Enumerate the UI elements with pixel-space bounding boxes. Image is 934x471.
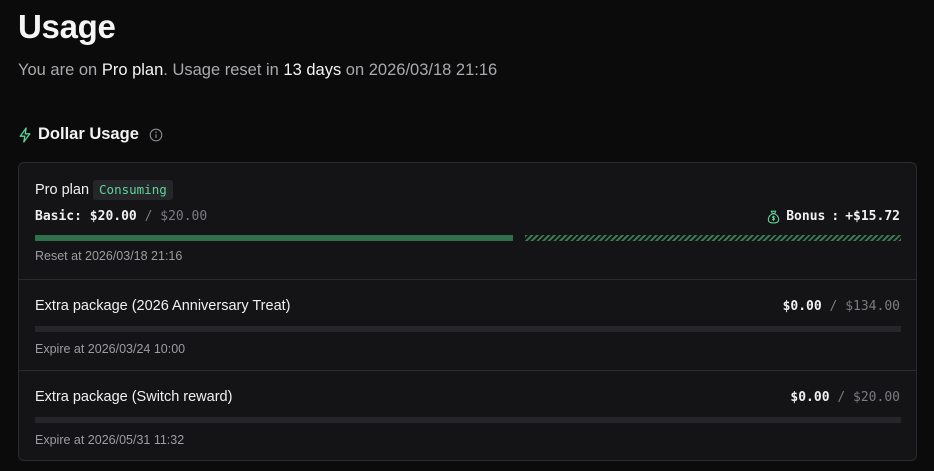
reset-date: 2026/03/18 21:16	[368, 61, 498, 79]
basic-progress-fill	[35, 235, 513, 241]
plan-line: Pro plan Consuming	[35, 180, 173, 200]
reset-time: Reset at 2026/03/18 21:16	[35, 249, 183, 263]
summary-prefix: You are on	[18, 61, 102, 79]
package-separator: /	[837, 390, 846, 405]
package-amount: $0.00 / $20.00	[790, 390, 900, 405]
package-used: $0.00	[790, 390, 830, 405]
section-title: Dollar Usage	[38, 125, 139, 143]
lightning-bolt-icon	[19, 126, 31, 143]
package-row: Extra package (Switch reward) $0.00 / $2…	[19, 370, 916, 460]
plan-name: Pro plan	[35, 182, 90, 198]
money-bag-icon	[768, 210, 780, 224]
usage-page: Usage You are on Pro plan. Usage reset i…	[0, 0, 934, 471]
package-expire: Expire at 2026/03/24 10:00	[35, 342, 186, 356]
bonus-separator: :	[831, 209, 840, 224]
plan-summary: You are on Pro plan. Usage reset in 13 d…	[18, 61, 497, 80]
bonus-label: Bonus	[786, 209, 826, 224]
plan-row: Pro plan Consuming Basic: $20.00 / $20.0…	[19, 163, 916, 279]
basic-progress-bar	[35, 235, 513, 241]
package-expire: Expire at 2026/05/31 11:32	[35, 433, 185, 447]
usage-card: Pro plan Consuming Basic: $20.00 / $20.0…	[18, 162, 917, 461]
summary-middle: . Usage reset in	[163, 61, 284, 79]
package-total: $134.00	[845, 299, 900, 314]
package-amount: $0.00 / $134.00	[783, 299, 900, 314]
package-progress-bar	[35, 326, 901, 332]
dollar-usage-header: Dollar Usage	[18, 125, 163, 144]
package-used: $0.00	[782, 299, 822, 314]
bonus-progress-bar	[525, 235, 901, 241]
package-row: Extra package (2026 Anniversary Treat) $…	[19, 279, 916, 370]
package-separator: /	[829, 299, 838, 314]
status-badge: Consuming	[93, 180, 173, 200]
package-total: $20.00	[853, 390, 900, 405]
page-title: Usage	[18, 8, 116, 45]
current-plan-name: Pro plan	[101, 61, 164, 79]
basic-label: Basic:	[35, 209, 82, 224]
summary-on: on	[341, 61, 369, 79]
package-progress-bar	[35, 417, 901, 423]
basic-separator: /	[144, 209, 153, 224]
bonus-value: +$15.72	[845, 209, 900, 224]
basic-used: $20.00	[89, 209, 137, 224]
reset-days: 13 days	[283, 61, 342, 79]
bonus-info: Bonus : +$15.72	[767, 209, 900, 224]
basic-usage: Basic: $20.00 / $20.00	[35, 209, 207, 224]
package-title: Extra package (Switch reward)	[35, 389, 233, 405]
package-title: Extra package (2026 Anniversary Treat)	[35, 298, 291, 314]
basic-total: $20.00	[160, 209, 208, 224]
info-circle-icon[interactable]	[149, 128, 163, 142]
